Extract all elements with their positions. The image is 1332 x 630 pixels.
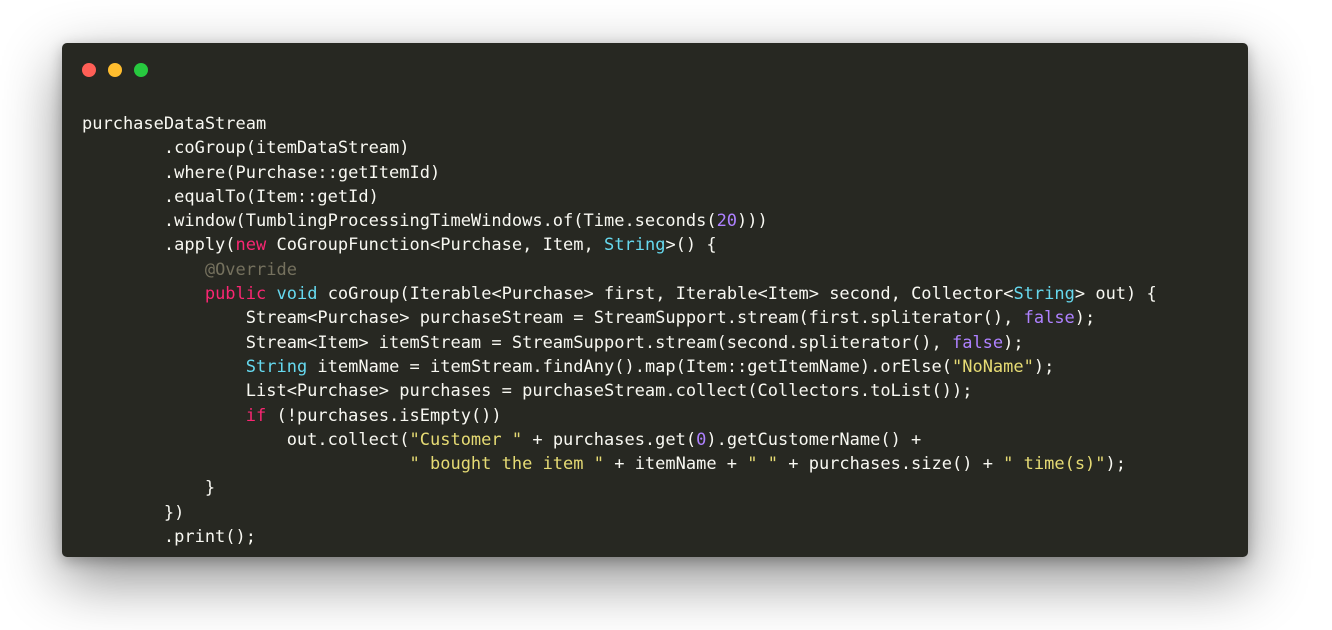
code-window: purchaseDataStream .coGroup(itemDataStre… [62, 43, 1248, 557]
code-line: .coGroup(itemDataStream) [82, 136, 1157, 160]
code-token: .where(Purchase::getItemId) [82, 162, 441, 183]
zoom-window-button[interactable] [134, 63, 148, 77]
code-token: String [604, 235, 666, 256]
code-token: .apply( [82, 235, 236, 256]
code-line: purchaseDataStream [82, 112, 1157, 136]
code-line: .where(Purchase::getItemId) [82, 161, 1157, 185]
code-line: .equalTo(Item::getId) [82, 185, 1157, 209]
code-token: purchaseDataStream [82, 114, 267, 134]
code-line: public void coGroup(Iterable<Purchase> f… [82, 282, 1157, 306]
code-token: ); [1003, 332, 1024, 353]
window-titlebar [62, 43, 1248, 97]
code-line: Stream<Item> itemStream = StreamSupport.… [82, 331, 1157, 355]
code-line: out.collect("Customer " + purchases.get(… [82, 428, 1157, 452]
code-token: .equalTo(Item::getId) [82, 186, 379, 207]
code-token: .window(TumblingProcessingTimeWindows.of… [82, 211, 717, 232]
code-line: @Override [82, 258, 1157, 282]
code-token: 0 [696, 429, 707, 450]
code-line: .window(TumblingProcessingTimeWindows.of… [82, 209, 1157, 233]
code-token: ); [1074, 308, 1096, 329]
code-line: }) [82, 501, 1157, 525]
code-token: .coGroup(itemDataStream) [82, 138, 410, 159]
code-token: ))) [737, 211, 768, 232]
code-token: new [235, 235, 267, 256]
code-token: itemName = itemStream.findAny().map(Item… [307, 356, 952, 377]
code-line: Stream<Purchase> purchaseStream = Stream… [82, 306, 1157, 330]
code-token: coGroup(Iterable<Purchase> first, Iterab… [317, 284, 1014, 305]
close-window-button[interactable] [82, 63, 96, 77]
code-token: ).getCustomerName() + [706, 429, 922, 450]
code-token: void [276, 284, 318, 305]
code-token: "NoName" [951, 356, 1034, 377]
code-token: + purchases.get( [522, 429, 697, 450]
code-token: CoGroupFunction<Purchase, Item, [266, 235, 605, 256]
code-line: } [82, 476, 1157, 500]
code-token: ); [1033, 356, 1055, 377]
code-token: out.collect( [82, 429, 410, 450]
code-line: String itemName = itemStream.findAny().m… [82, 355, 1157, 379]
code-token: " " [747, 454, 778, 475]
code-token: ); [1105, 454, 1127, 475]
code-token: false [951, 332, 1004, 353]
code-token: Stream<Purchase> purchaseStream = Stream… [82, 308, 1024, 329]
code-token: false [1023, 308, 1075, 329]
code-token: @Override [204, 259, 297, 280]
code-line: " bought the item " + itemName + " " + p… [82, 452, 1157, 476]
code-token: (!purchases.isEmpty()) [266, 405, 502, 426]
code-token: " bought the item " [409, 454, 604, 475]
code-token: .print(); [82, 527, 256, 548]
code-line: .print(); [82, 525, 1157, 549]
code-token: public [204, 284, 267, 305]
code-line: List<Purchase> purchases = purchaseStrea… [82, 379, 1157, 403]
code-line: if (!purchases.isEmpty()) [82, 404, 1157, 428]
code-token: if [245, 405, 267, 426]
code-token: String [1013, 284, 1075, 305]
code-token: 20 [716, 211, 738, 232]
minimize-window-button[interactable] [108, 63, 122, 77]
code-token: + itemName + [603, 454, 748, 475]
code-token: }) [82, 502, 185, 523]
code-token: > out) { [1074, 284, 1157, 305]
code-token: } [82, 478, 216, 499]
code-token: Stream<Item> itemStream = StreamSupport.… [82, 332, 952, 353]
code-block: purchaseDataStream .coGroup(itemDataStre… [82, 112, 1157, 549]
code-token: String [245, 356, 308, 377]
code-token: "Customer " [409, 429, 523, 450]
code-token: List<Purchase> purchases = purchaseStrea… [82, 381, 973, 402]
code-token: >() { [665, 235, 717, 256]
code-line: .apply(new CoGroupFunction<Purchase, Ite… [82, 233, 1157, 257]
code-token: " time(s)" [1003, 454, 1106, 475]
code-token: + purchases.size() + [778, 454, 1004, 475]
